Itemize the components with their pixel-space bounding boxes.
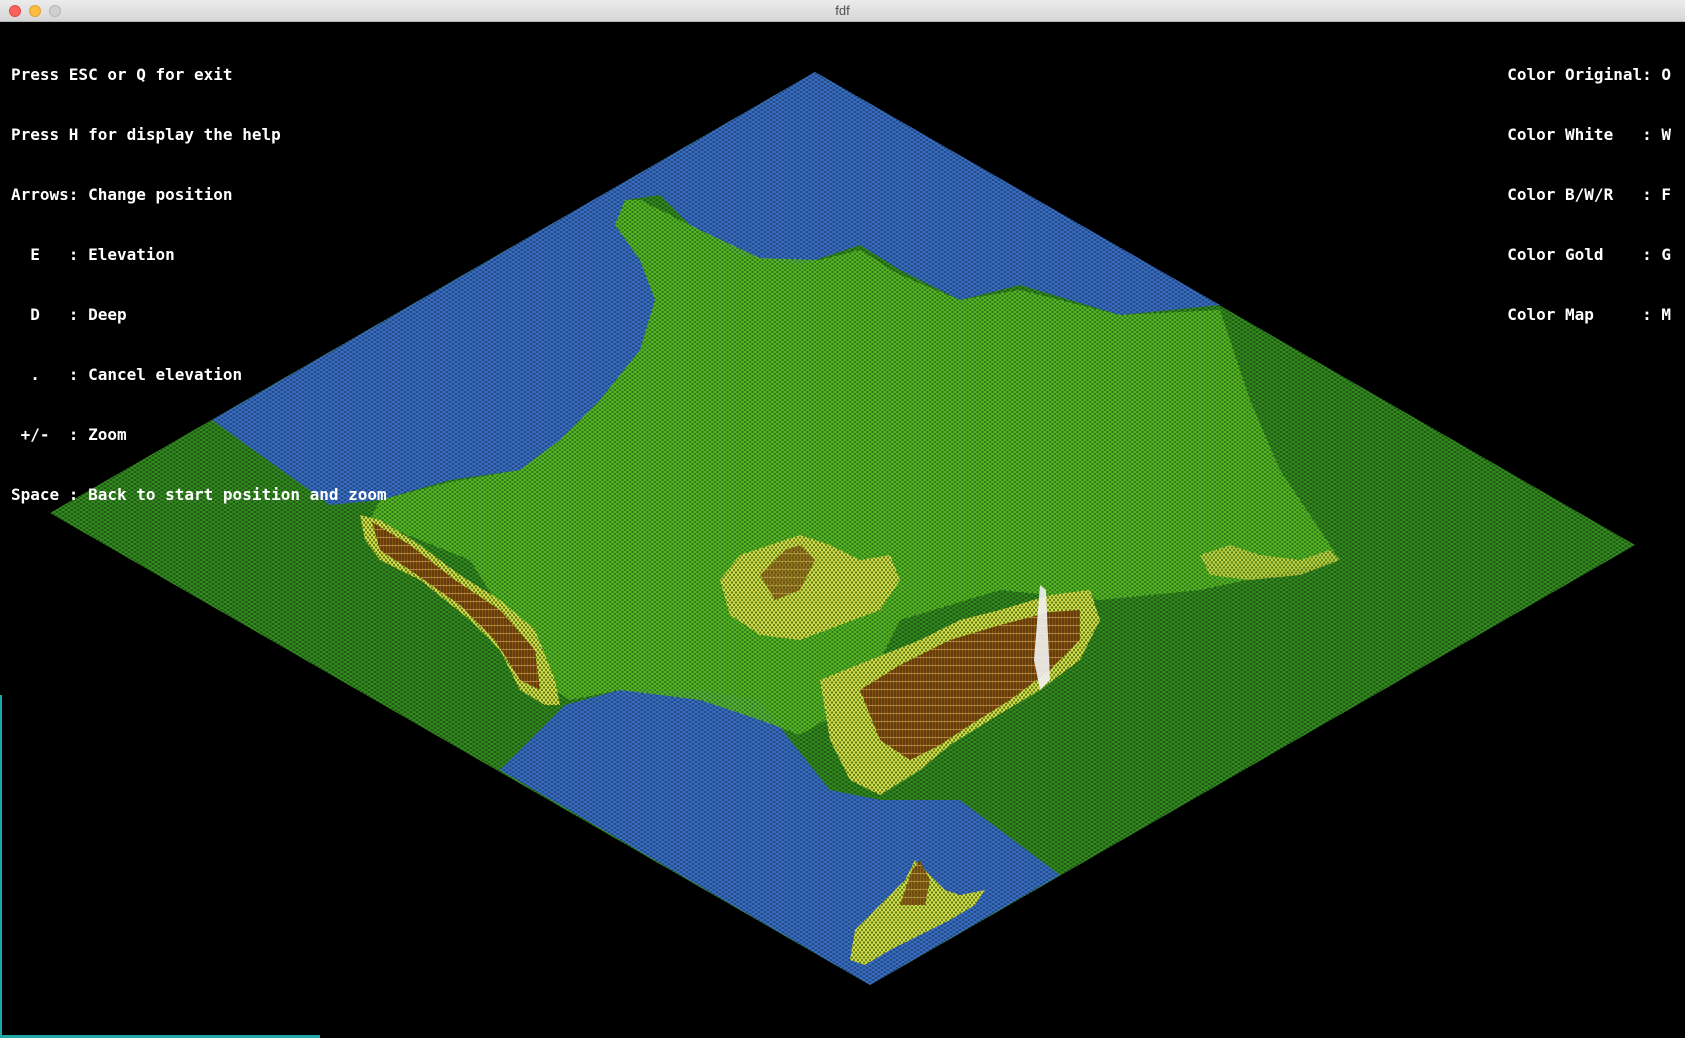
title-bar[interactable]: fdf xyxy=(0,0,1685,22)
help-line-help: Press H for display the help xyxy=(11,125,281,144)
color-option-white: Color White : W xyxy=(1507,125,1671,144)
help-line-elevation: E : Elevation xyxy=(11,245,175,264)
fdf-window: fdf Press ESC or Q for exit Press H for … xyxy=(0,0,1685,1038)
help-overlay: Press ESC or Q for exit Press H for disp… xyxy=(11,25,387,545)
window-title: fdf xyxy=(835,3,850,18)
help-line-zoom: +/- : Zoom xyxy=(11,425,127,444)
color-option-original: Color Original: O xyxy=(1507,65,1671,84)
help-line-exit: Press ESC or Q for exit xyxy=(11,65,233,84)
help-line-reset: Space : Back to start position and zoom xyxy=(11,485,387,504)
window-edge-left xyxy=(0,695,2,1038)
color-option-gold: Color Gold : G xyxy=(1507,245,1671,264)
help-line-deep: D : Deep xyxy=(11,305,127,324)
color-menu-overlay: Color Original: O Color White : W Color … xyxy=(1507,25,1671,365)
color-option-bwr: Color B/W/R : F xyxy=(1507,185,1671,204)
help-line-cancel: . : Cancel elevation xyxy=(11,365,243,384)
help-line-arrows: Arrows: Change position xyxy=(11,185,233,204)
color-option-map: Color Map : M xyxy=(1507,305,1671,324)
